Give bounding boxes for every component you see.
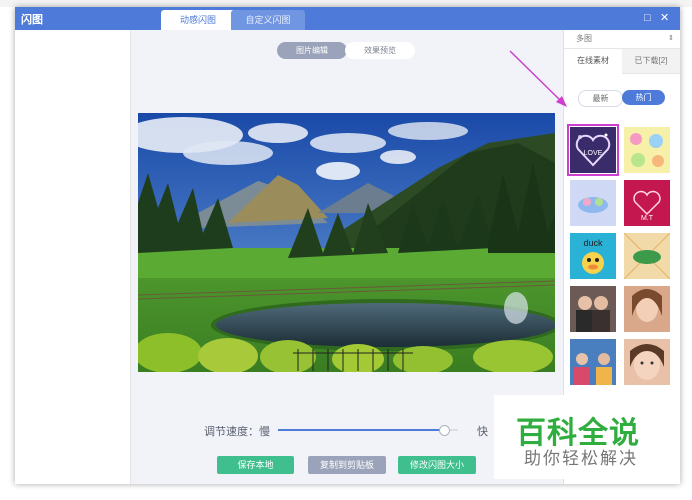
- sort-hot-button[interactable]: 热门: [622, 90, 665, 105]
- copy-clipboard-button[interactable]: 复制到剪贴板: [308, 456, 386, 474]
- left-sidebar: [15, 30, 131, 484]
- speed-fast-label: 快: [477, 426, 488, 438]
- speed-slider-handle[interactable]: [438, 425, 450, 436]
- minimize-icon[interactable]: □: [644, 11, 651, 25]
- tab-online-material[interactable]: 在线素材: [564, 49, 622, 73]
- close-icon[interactable]: ✕: [660, 11, 669, 25]
- material-thumb-photo-group[interactable]: [570, 339, 616, 385]
- category-dropdown[interactable]: 多图 ⇕: [564, 30, 680, 49]
- material-thumb-photo-portrait[interactable]: [624, 286, 670, 332]
- watermark-subtitle: 助你轻松解决: [524, 449, 638, 468]
- thumb-mt-text: M.T: [641, 215, 654, 222]
- save-local-button[interactable]: 保存本地: [217, 456, 294, 474]
- canvas-image: [123, 113, 561, 374]
- chevron-updown-icon: ⇕: [668, 35, 674, 42]
- material-thumb-photo-closeup[interactable]: [624, 339, 670, 385]
- sort-latest-button[interactable]: 最新: [578, 90, 623, 107]
- tab-downloaded[interactable]: 已下载[2]: [622, 49, 680, 74]
- resize-flash-button[interactable]: 修改闪图大小: [398, 456, 476, 474]
- material-thumb-blue-cloud[interactable]: [570, 180, 616, 226]
- material-thumb-duck-cartoon[interactable]: duck: [570, 233, 616, 279]
- watermark: 百科全说 助你轻松解决: [494, 395, 666, 479]
- title-bar: 闪图 动感闪图 自定义闪图 □ ✕: [15, 7, 680, 30]
- landscape-picture: [123, 113, 561, 374]
- material-thumb-green-lips[interactable]: [624, 233, 670, 279]
- material-thumb-photo-girls[interactable]: [570, 286, 616, 332]
- mode-image-edit-button[interactable]: 图片编辑: [277, 42, 347, 59]
- speed-slider[interactable]: [278, 425, 458, 436]
- background-strip: [0, 0, 692, 7]
- thumb-duck-text: duck: [583, 238, 603, 248]
- thumb-love-text: LOVE: [584, 150, 603, 157]
- material-thumb-cartoon-stickers[interactable]: [624, 127, 670, 173]
- speed-label: 调节速度：慢: [204, 426, 270, 438]
- tab-custom-flash[interactable]: 自定义闪图: [231, 10, 305, 30]
- mode-preview-button[interactable]: 效果预览: [345, 42, 415, 59]
- material-thumb-love-heart[interactable]: LOVE: [567, 124, 619, 176]
- speed-slider-fill: [278, 429, 444, 431]
- tab-animated-flash[interactable]: 动感闪图: [161, 10, 235, 30]
- window-title: 闪图: [21, 14, 43, 26]
- category-dropdown-value: 多图: [576, 34, 592, 43]
- material-thumb-mt-heart[interactable]: M.T: [624, 180, 670, 226]
